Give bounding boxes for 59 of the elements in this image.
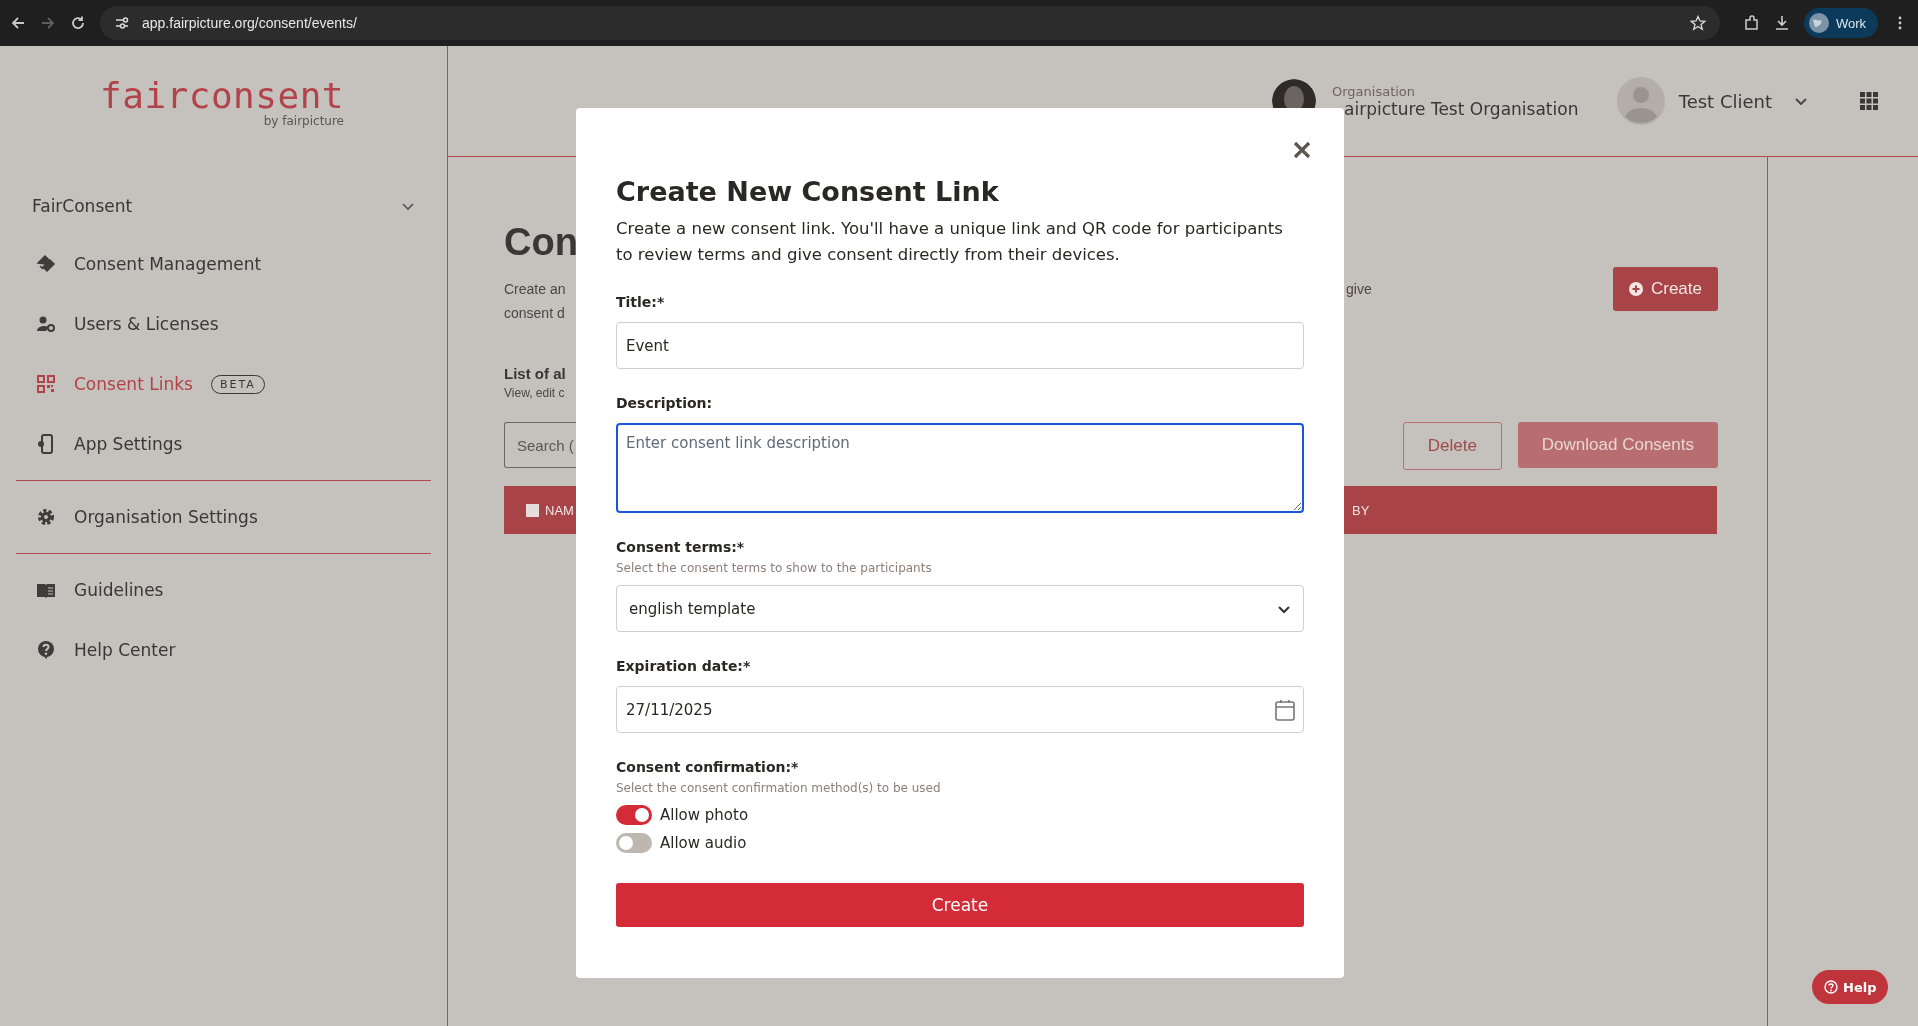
create-button[interactable]: Create <box>616 883 1304 927</box>
modal-title: Create New Consent Link <box>616 175 1000 209</box>
column-header[interactable]: BY <box>1352 502 1370 518</box>
plus-circle-icon <box>1628 282 1643 296</box>
sidebar-item[interactable]: Guidelines <box>16 560 431 620</box>
intro-text: consent d <box>504 304 566 323</box>
phone-gear-icon <box>36 434 56 454</box>
sidebar-item[interactable]: Help Center <box>16 620 431 680</box>
sidebar-item[interactable]: Consent Management <box>16 234 431 294</box>
help-button[interactable]: Help <box>1812 970 1889 1004</box>
intro-text: give <box>1346 280 1372 299</box>
qr-code-icon <box>36 374 56 394</box>
apps-grid-icon[interactable] <box>1860 92 1878 110</box>
page-title: Con <box>504 220 576 265</box>
field-label: Title:* <box>616 293 666 312</box>
field-hint: Select the consent terms to show to the participants <box>616 561 933 575</box>
intro-text: Create an <box>504 280 567 299</box>
toggle-label: Allow audio <box>660 834 747 852</box>
sidebar-item[interactable]: Organisation Settings <box>16 487 431 547</box>
create-button[interactable]: Create <box>1612 267 1718 311</box>
back-icon[interactable] <box>10 15 26 31</box>
list-title: List of al <box>504 365 567 382</box>
checkbox[interactable] <box>526 503 539 517</box>
column-header[interactable]: NAM <box>545 502 574 518</box>
user-name[interactable]: Test Client <box>1678 90 1772 112</box>
url-text: app.fairpicture.org/consent/events/ <box>142 15 358 31</box>
field-label: Consent terms:* <box>616 538 746 557</box>
reload-icon[interactable] <box>70 15 86 31</box>
star-icon[interactable] <box>1689 15 1706 31</box>
calendar-icon <box>1275 698 1295 721</box>
field-hint: Select the consent confirmation method(s) to be used <box>616 781 942 795</box>
field-label: Description: <box>616 394 714 413</box>
title-input[interactable]: Event <box>616 322 1304 369</box>
sidebar-item[interactable]: Consent Links BETA <box>16 354 431 414</box>
close-icon[interactable] <box>1292 140 1312 160</box>
organisation-label: Organisation <box>1332 83 1417 99</box>
nav-group-header[interactable]: FairConsent <box>16 178 431 234</box>
date-input[interactable]: 27/11/2025 <box>616 686 1304 733</box>
help-icon <box>1824 980 1838 994</box>
profile-button[interactable]: Work <box>1803 8 1878 38</box>
download-icon[interactable] <box>1773 15 1790 31</box>
sidebar-item[interactable]: App Settings <box>16 414 431 474</box>
toggle-switch[interactable] <box>616 805 652 825</box>
field-label: Expiration date:* <box>616 657 752 676</box>
user-gear-icon <box>36 314 56 334</box>
settings-icon <box>36 507 56 527</box>
field-label: Consent confirmation:* <box>616 758 800 777</box>
sidebar-item[interactable]: Users & Licenses <box>16 294 431 354</box>
terms-select[interactable]: english template <box>616 585 1304 632</box>
help-icon <box>36 640 56 660</box>
list-subtitle: View, edit c <box>504 386 566 400</box>
address-bar[interactable]: app.fairpicture.org/consent/events/ <box>100 6 1720 40</box>
toggle-label: Allow photo <box>660 806 749 824</box>
site-settings-icon[interactable] <box>114 15 130 31</box>
logo-subtitle: by fairpicture <box>263 114 344 128</box>
globe-icon <box>1807 12 1830 34</box>
description-input[interactable]: Enter consent link description <box>616 423 1304 513</box>
modal-description: Create a new consent link. You'll have a unique link and QR code for participants to review terms and give consent directly from their devices. <box>616 218 1284 266</box>
toggle-switch[interactable] <box>616 833 652 853</box>
